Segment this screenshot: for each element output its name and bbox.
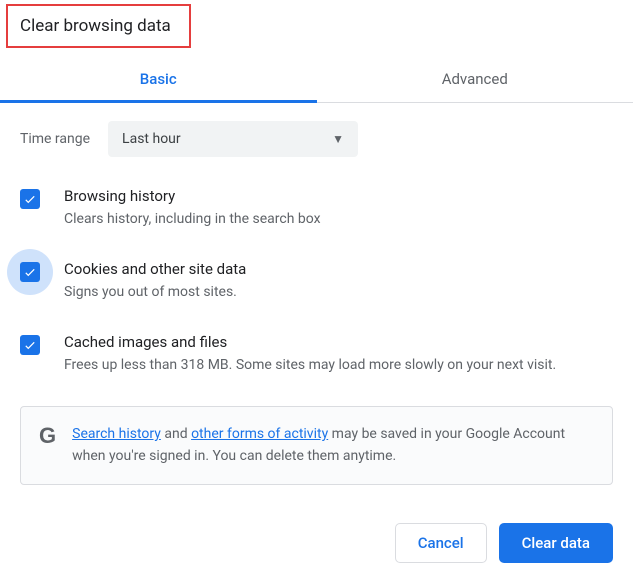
google-icon: G — [39, 425, 56, 447]
dialog-content: Time range Last hour ▼ Browsing history … — [0, 103, 633, 495]
search-history-link[interactable]: Search history — [72, 426, 161, 442]
option-cached: Cached images and files Frees up less th… — [20, 333, 613, 376]
time-range-label: Time range — [20, 131, 90, 147]
option-heading: Browsing history — [64, 187, 321, 205]
notice-mid1: and — [161, 426, 191, 442]
check-icon — [23, 338, 37, 352]
tab-basic-label: Basic — [140, 70, 177, 88]
tab-advanced[interactable]: Advanced — [317, 58, 633, 102]
option-text: Cached images and files Frees up less th… — [64, 333, 556, 376]
check-icon — [23, 265, 37, 279]
clear-data-button-label: Clear data — [522, 534, 590, 552]
time-range-value: Last hour — [122, 131, 181, 147]
checkbox-wrap — [20, 335, 40, 355]
check-icon — [23, 192, 37, 206]
notice-text: Search history and other forms of activi… — [72, 423, 594, 468]
option-desc: Signs you out of most sites. — [64, 282, 246, 303]
option-heading: Cookies and other site data — [64, 260, 246, 278]
cancel-button-label: Cancel — [418, 534, 464, 552]
tabs: Basic Advanced — [0, 58, 633, 103]
cached-checkbox[interactable] — [20, 335, 40, 355]
option-desc: Clears history, including in the search … — [64, 209, 321, 230]
option-cookies: Cookies and other site data Signs you ou… — [20, 260, 613, 303]
option-desc: Frees up less than 318 MB. Some sites ma… — [64, 355, 556, 376]
checkbox-wrap — [20, 189, 40, 209]
chevron-down-icon: ▼ — [332, 132, 344, 146]
dialog-actions: Cancel Clear data — [0, 495, 633, 579]
checkbox-wrap — [20, 262, 40, 282]
cookies-checkbox[interactable] — [20, 262, 40, 282]
option-text: Browsing history Clears history, includi… — [64, 187, 321, 230]
cancel-button[interactable]: Cancel — [395, 523, 487, 563]
title-highlight-box: Clear browsing data — [6, 4, 191, 48]
tab-advanced-label: Advanced — [442, 70, 508, 88]
clear-data-button[interactable]: Clear data — [499, 523, 613, 563]
time-range-select[interactable]: Last hour ▼ — [108, 121, 358, 157]
option-heading: Cached images and files — [64, 333, 556, 351]
google-account-notice: G Search history and other forms of acti… — [20, 406, 613, 485]
time-range-row: Time range Last hour ▼ — [20, 121, 613, 157]
option-text: Cookies and other site data Signs you ou… — [64, 260, 246, 303]
other-activity-link[interactable]: other forms of activity — [191, 426, 328, 442]
browsing-history-checkbox[interactable] — [20, 189, 40, 209]
tab-basic[interactable]: Basic — [0, 58, 317, 102]
dialog-title: Clear browsing data — [20, 16, 171, 36]
option-browsing-history: Browsing history Clears history, includi… — [20, 187, 613, 230]
clear-browsing-data-dialog: Clear browsing data Basic Advanced Time … — [0, 0, 633, 579]
